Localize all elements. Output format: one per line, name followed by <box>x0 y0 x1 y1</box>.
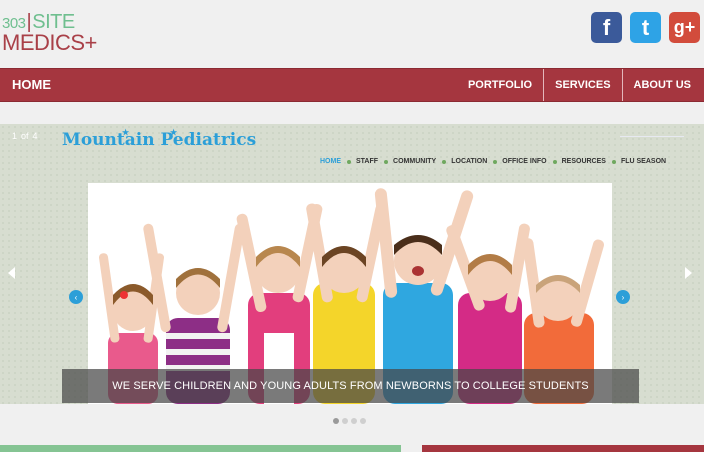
bullet-icon <box>611 159 616 164</box>
social-links: f t g+ <box>591 12 700 43</box>
slide-site-title: Mountain Pediatrics ★ ★ <box>62 127 257 150</box>
bullet-icon <box>552 159 557 164</box>
nav-item-services[interactable]: SERVICES <box>543 69 621 101</box>
next-circle-button[interactable]: › <box>616 290 630 304</box>
prev-circle-button[interactable]: ‹ <box>69 290 83 304</box>
bullet-icon <box>493 159 498 164</box>
decorative-line <box>620 136 684 137</box>
submenu-item-location[interactable]: LOCATION <box>442 158 487 165</box>
site-logo[interactable]: 303|SITE MEDICS+ <box>2 12 112 56</box>
submenu-item-resources[interactable]: RESOURCES <box>552 158 606 165</box>
bullet-icon <box>347 159 351 164</box>
star-icon: ★ <box>122 127 130 137</box>
slide-counter-current: 1 <box>12 131 18 141</box>
bullet-icon <box>442 159 447 164</box>
next-slide-arrow-icon[interactable] <box>685 267 692 279</box>
nav-item-portfolio[interactable]: PORTFOLIO <box>457 69 543 101</box>
content-block-left <box>0 445 401 452</box>
submenu-item-office-info[interactable]: OFFICE INFO <box>493 158 547 165</box>
submenu-item-flu-season[interactable]: FLU SEASON <box>611 158 666 165</box>
facebook-icon[interactable]: f <box>591 12 622 43</box>
prev-slide-arrow-icon[interactable] <box>8 267 15 279</box>
content-block-right <box>422 445 704 452</box>
slide-submenu: HOME STAFF COMMUNITY LOCATION OFFICE INF… <box>320 158 666 165</box>
slide-site-title-text: Mountain Pediatrics <box>62 130 257 150</box>
main-nav: HOME PORTFOLIO SERVICES ABOUT US <box>0 68 704 102</box>
bullet-icon <box>384 159 389 164</box>
pagination-dot[interactable] <box>360 418 366 424</box>
submenu-item-community[interactable]: COMMUNITY <box>384 158 436 165</box>
nav-item-about-us[interactable]: ABOUT US <box>621 69 702 101</box>
slider-pagination <box>333 418 366 424</box>
nav-home-link[interactable]: HOME <box>12 69 51 101</box>
slide-counter-of: of <box>21 131 29 141</box>
submenu-item-staff[interactable]: STAFF <box>347 158 378 165</box>
googleplus-icon[interactable]: g+ <box>669 12 700 43</box>
logo-line-2: MEDICS+ <box>2 30 97 55</box>
submenu-item-home[interactable]: HOME <box>320 158 341 165</box>
pagination-dot[interactable] <box>351 418 357 424</box>
slide-counter-total: 4 <box>32 131 38 141</box>
slide-counter: 1 of 4 <box>12 131 42 141</box>
hero-slider: 1 of 4 Mountain Pediatrics ★ ★ HOME STAFF … <box>0 124 704 404</box>
nav-menu: PORTFOLIO SERVICES ABOUT US <box>457 69 702 101</box>
star-icon: ★ <box>170 127 178 137</box>
pagination-dot[interactable] <box>333 418 339 424</box>
slide-caption: WE SERVE CHILDREN AND YOUNG ADULTS FROM … <box>62 369 639 403</box>
twitter-icon[interactable]: t <box>630 12 661 43</box>
pagination-dot[interactable] <box>342 418 348 424</box>
